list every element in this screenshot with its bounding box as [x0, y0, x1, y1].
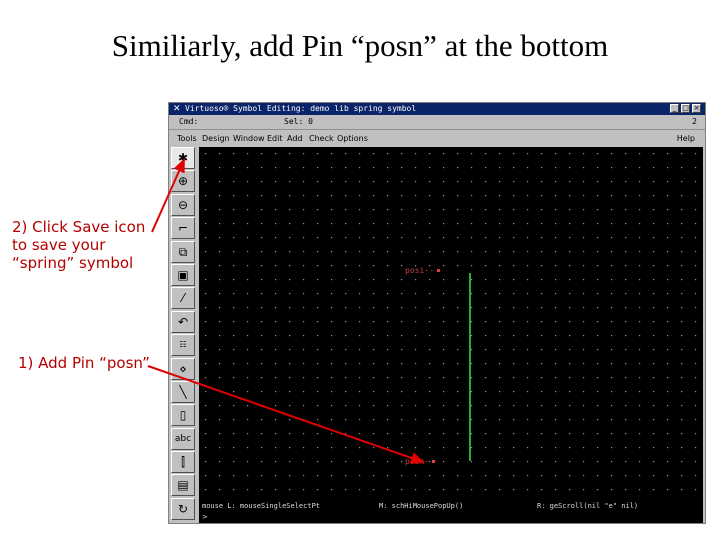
undo-icon[interactable]: ↶	[171, 310, 195, 333]
delete-icon[interactable]: ⁄	[171, 287, 195, 310]
pin-marker	[432, 460, 436, 463]
status-row: Cmd: Sel: 0 2	[169, 115, 705, 129]
mouse-middle-binding: M: schHiMousePopUp()	[379, 502, 464, 510]
menu-help[interactable]: Help	[677, 130, 695, 148]
zoom-out-icon[interactable]: ⊖	[171, 193, 195, 216]
move-icon[interactable]: ▣	[171, 263, 195, 286]
menu-options[interactable]: Options	[337, 130, 368, 148]
save-icon[interactable]: ✱	[171, 147, 195, 169]
menu-design[interactable]: Design	[202, 130, 230, 148]
prompt-symbol: >	[202, 513, 208, 521]
window-titlebar: ✕ Virtuoso® Symbol Editing: demo lib spr…	[169, 103, 705, 115]
line-icon[interactable]: ╲	[171, 380, 195, 403]
status-number: 2	[692, 117, 697, 126]
copy-icon[interactable]: ⧉	[171, 240, 195, 263]
pin-posn[interactable]: posn-	[405, 457, 436, 466]
pin-posi[interactable]: posi--	[405, 266, 440, 275]
save-instruction-note: 2) Click Save icon to save your “spring”…	[12, 218, 146, 272]
pin-posn-label: posn	[405, 457, 425, 466]
virtuoso-window: ✕ Virtuoso® Symbol Editing: demo lib spr…	[168, 102, 706, 524]
property-icon[interactable]: ☷	[171, 334, 195, 357]
menu-bar: Tools Design Window Edit Add Check Optio…	[169, 129, 705, 148]
minimize-button[interactable]: _	[670, 104, 679, 113]
menu-add[interactable]: Add	[287, 130, 303, 148]
menu-tools[interactable]: Tools	[177, 130, 197, 148]
menu-edit[interactable]: Edit	[267, 130, 283, 148]
pin-marker	[436, 269, 440, 272]
schematic-canvas[interactable]: posi-- posn-	[199, 147, 703, 501]
menu-window[interactable]: Window	[233, 130, 265, 148]
canvas-grid	[199, 147, 703, 501]
app-icon: ✕	[173, 104, 181, 114]
slide-title: Similiarly, add Pin “posn” at the bottom	[111, 28, 609, 63]
grid-icon[interactable]: ▤	[171, 474, 195, 497]
add-pin-instruction-note: 1) Add Pin “posn”	[18, 354, 150, 372]
maximize-button[interactable]: □	[681, 104, 690, 113]
pin-posi-label: posi	[405, 266, 425, 275]
mouse-bindings-line: mouse L: mouseSingleSelectPt M: schHiMou…	[199, 501, 703, 511]
status-cmd: Cmd:	[179, 117, 199, 126]
tool-palette: ✱ ⊕ ⊖ ⌐ ⧉ ▣ ⁄ ↶ ☷ ⋄ ╲ ▯ abc ⫿ ▤ ↻	[171, 147, 197, 523]
zoom-in-icon[interactable]: ⊕	[171, 170, 195, 193]
menu-check[interactable]: Check	[309, 130, 334, 148]
rectangle-icon[interactable]: ▯	[171, 404, 195, 427]
status-sel: Sel: 0	[284, 117, 313, 126]
command-prompt[interactable]: >	[199, 511, 703, 523]
window-title: Virtuoso® Symbol Editing: demo lib sprin…	[185, 104, 417, 113]
mouse-right-binding: R: geScroll(nil "e" nil)	[537, 502, 639, 510]
label-icon[interactable]: abc	[171, 427, 195, 450]
selection-box-icon[interactable]: ⫿	[171, 451, 195, 474]
mouse-left-binding: mouse L: mouseSingleSelectPt	[202, 502, 321, 510]
redraw-icon[interactable]: ↻	[171, 497, 195, 520]
green-wire	[469, 273, 471, 461]
close-button[interactable]: ×	[692, 104, 701, 113]
stretch-icon[interactable]: ⌐	[171, 217, 195, 240]
pin-icon[interactable]: ⋄	[171, 357, 195, 380]
